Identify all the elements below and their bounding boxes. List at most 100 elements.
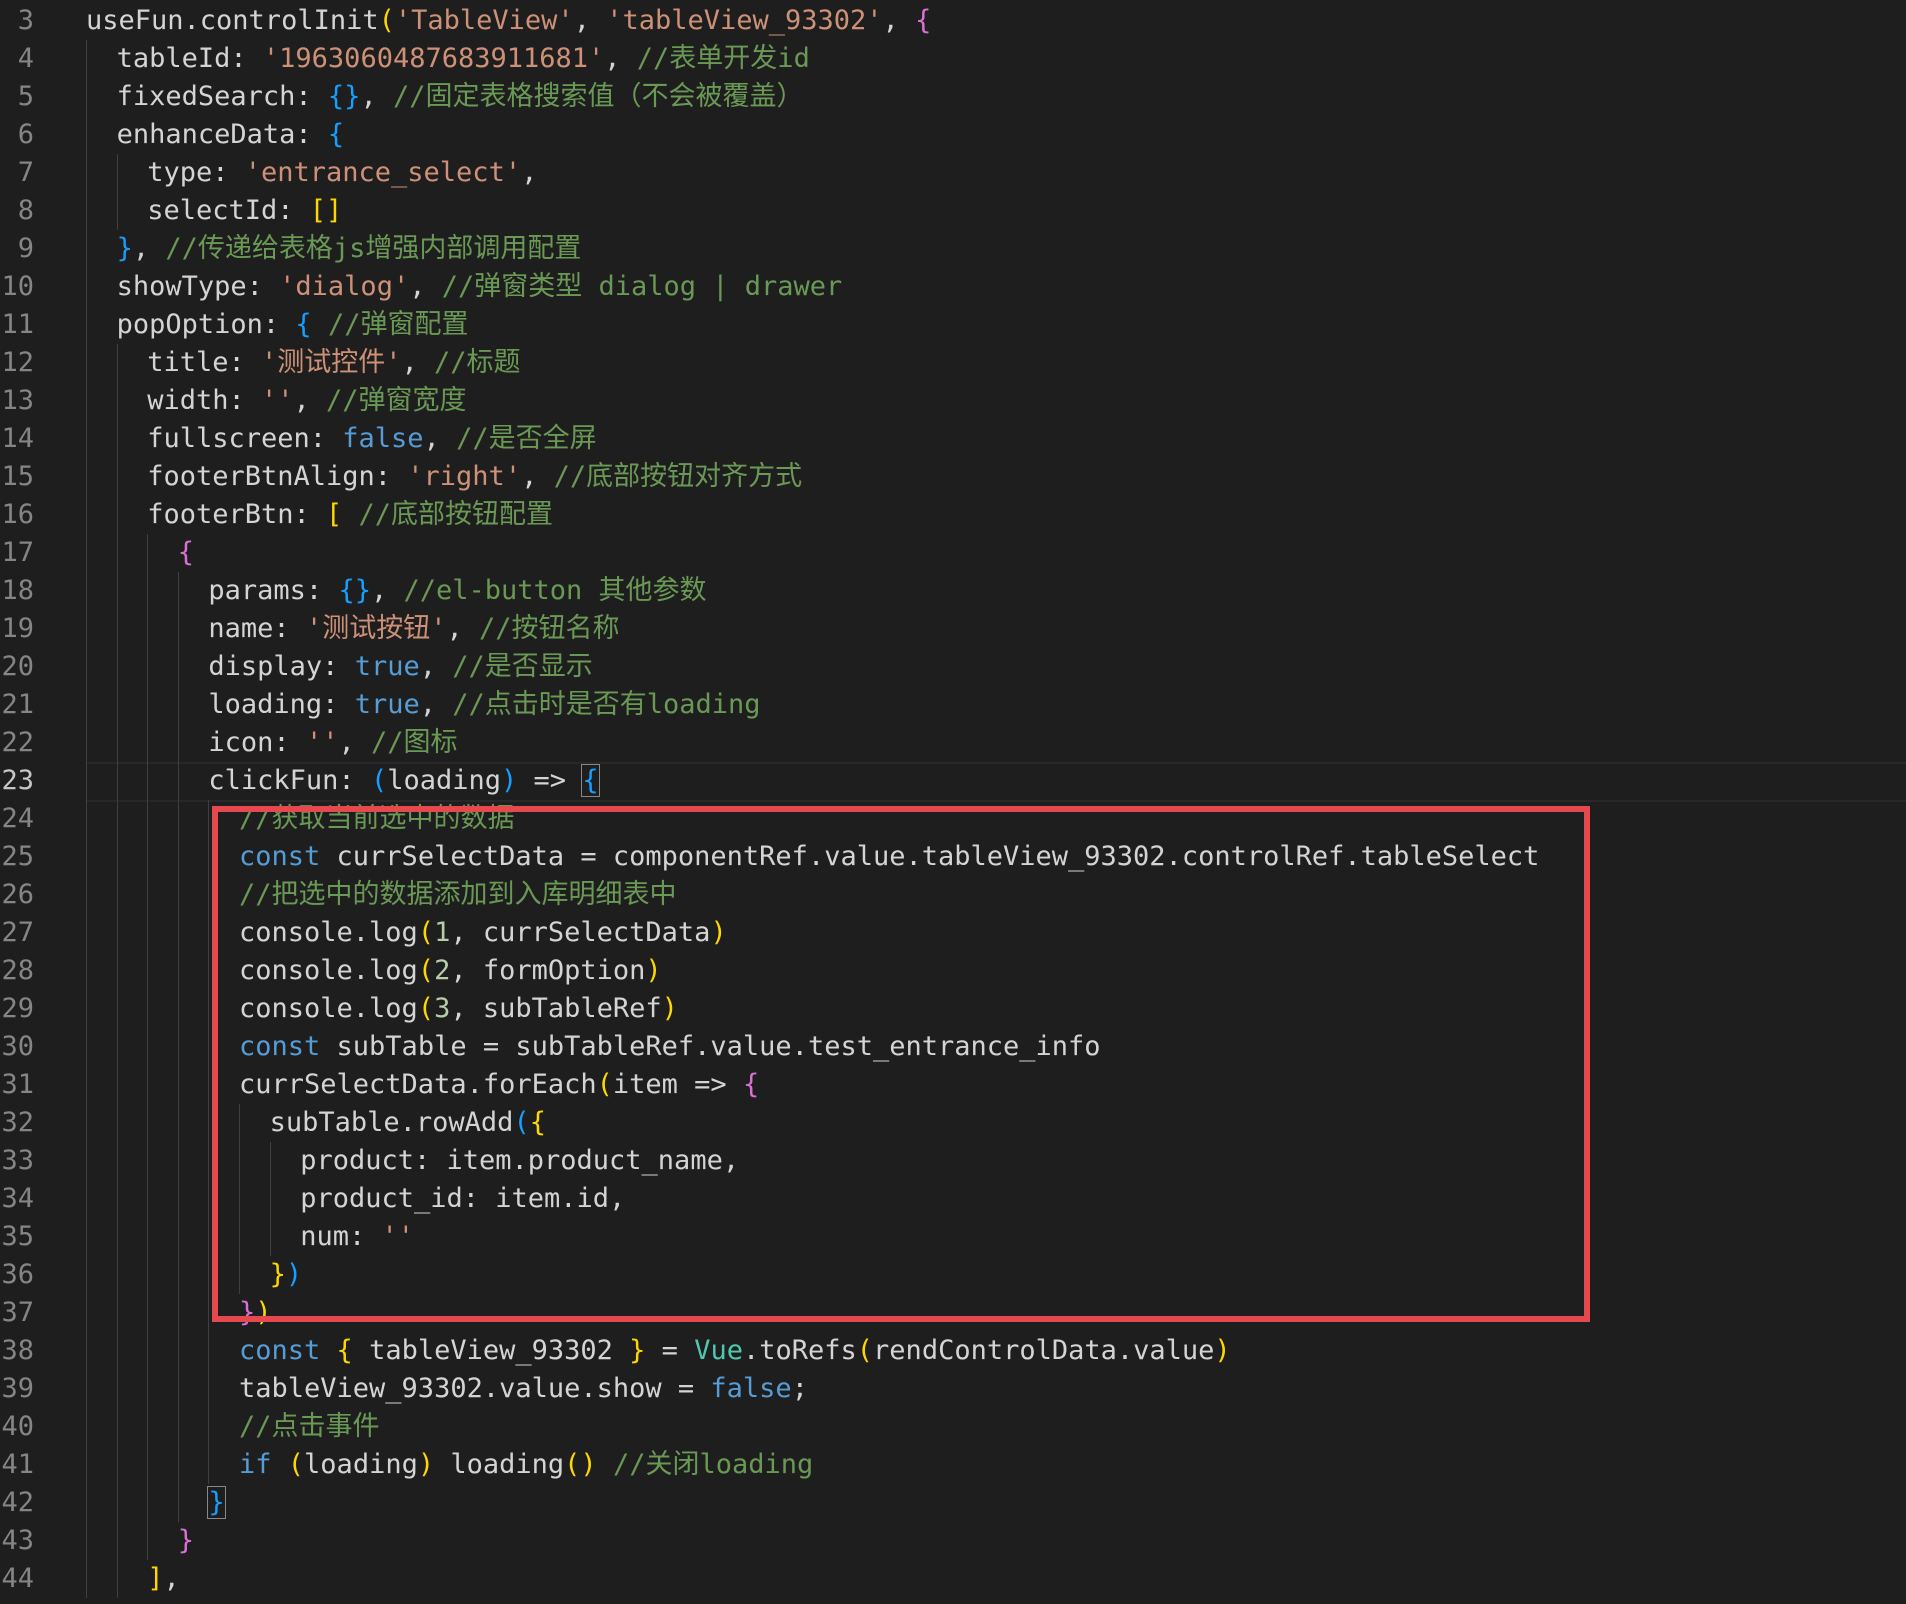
code-comment: //点击时是否有loading <box>452 689 761 720</box>
code-token: '' <box>305 727 339 758</box>
code-text: clickFun: (loading) => { <box>208 762 600 800</box>
code-text: useFun.controlInit('TableView', 'tableVi… <box>86 2 931 40</box>
code-comment: //按钮名称 <box>478 613 620 644</box>
line-number: 31 <box>1 1069 34 1100</box>
code-token: { <box>915 5 932 36</box>
code-token: loading <box>434 1449 565 1480</box>
code-token: 'tableView_93302' <box>606 5 883 36</box>
line-number: 44 <box>1 1563 34 1594</box>
code-comment: //底部按钮配置 <box>358 499 554 530</box>
code-token: ) <box>285 1259 303 1290</box>
code-line[interactable]: 7 type: 'entrance_select', <box>0 154 1906 192</box>
code-line[interactable]: 19 name: '测试按钮', //按钮名称 <box>0 610 1906 648</box>
code-line[interactable]: 11 popOption: { //弹窗配置 <box>0 306 1906 344</box>
code-token: num: <box>300 1221 382 1252</box>
code-line[interactable]: 29 console.log(3, subTableRef) <box>0 990 1906 1028</box>
code-line[interactable]: 36}) <box>0 1256 1906 1294</box>
code-line[interactable]: 23 clickFun: (loading) => { <box>0 762 1906 800</box>
code-line[interactable]: 40 //点击事件 <box>0 1408 1906 1446</box>
code-line[interactable]: 5 fixedSearch: {}, //固定表格搜索值（不会被覆盖） <box>0 78 1906 116</box>
code-line[interactable]: 44], <box>0 1560 1906 1598</box>
code-line[interactable]: 22 icon: '', //图标 <box>0 724 1906 762</box>
code-line[interactable]: 43} <box>0 1522 1906 1560</box>
code-comment: //把选中的数据添加到入库明细表中 <box>239 879 677 910</box>
code-line[interactable]: 20 display: true, //是否显示 <box>0 648 1906 686</box>
code-line[interactable]: 21 loading: true, //点击时是否有loading <box>0 686 1906 724</box>
code-line[interactable]: 42} <box>0 1484 1906 1522</box>
code-line[interactable]: 3 useFun.controlInit('TableView', 'tableV… <box>0 2 1906 40</box>
code-line[interactable]: 17 { <box>0 534 1906 572</box>
code-token: subTable = subTableRef.value.test_entran… <box>320 1031 1101 1062</box>
code-token: () <box>564 1449 597 1480</box>
code-token: Vue <box>694 1335 743 1366</box>
code-text: }) <box>270 1256 303 1294</box>
code-token: , <box>132 233 166 264</box>
code-line[interactable]: 25 const currSelectData = componentRef.va… <box>0 838 1906 876</box>
code-line[interactable]: 15 footerBtnAlign: 'right', //底部按钮对齐方式 <box>0 458 1906 496</box>
line-number: 36 <box>1 1259 34 1290</box>
code-token: = <box>645 1335 695 1366</box>
code-text: showType: 'dialog', //弹窗类型 dialog | draw… <box>117 268 843 306</box>
code-token: ) <box>645 955 662 986</box>
code-text: fixedSearch: {}, //固定表格搜索值（不会被覆盖） <box>117 78 804 116</box>
code-line[interactable]: 14 fullscreen: false, //是否全屏 <box>0 420 1906 458</box>
code-token: width: <box>147 385 261 416</box>
code-line[interactable]: 27 console.log(1, currSelectData) <box>0 914 1906 952</box>
code-line[interactable]: 18 params: {}, //el-button 其他参数 <box>0 572 1906 610</box>
code-line[interactable]: 12 title: '测试控件', //标题 <box>0 344 1906 382</box>
code-text: title: '测试控件', //标题 <box>147 344 520 382</box>
code-token: , <box>370 575 404 606</box>
code-line[interactable]: 6 enhanceData: { <box>0 116 1906 154</box>
code-line[interactable]: 41 if (loading) loading() //关闭loading <box>0 1446 1906 1484</box>
code-comment: //关闭loading <box>612 1449 814 1480</box>
code-token: '' <box>260 385 294 416</box>
code-line[interactable]: 33 product: item.product_name, <box>0 1142 1906 1180</box>
code-token: false <box>710 1373 792 1404</box>
code-line[interactable]: 30 const subTable = subTableRef.value.tes… <box>0 1028 1906 1066</box>
code-editor[interactable]: 3 useFun.controlInit('TableView', 'tableV… <box>0 0 1906 1604</box>
code-token: { <box>581 764 600 797</box>
line-number: 35 <box>1 1221 34 1252</box>
code-token: const <box>239 1335 321 1366</box>
code-comment: //el-button 其他参数 <box>403 575 707 606</box>
code-token: {} <box>327 81 361 112</box>
line-number: 30 <box>1 1031 34 1062</box>
code-line[interactable]: 9}, //传递给表格js增强内部调用配置 <box>0 230 1906 268</box>
code-token: ( <box>417 917 435 948</box>
code-line[interactable]: 37}) <box>0 1294 1906 1332</box>
code-token: , <box>573 5 607 36</box>
code-line[interactable]: 13 width: '', //弹窗宽度 <box>0 382 1906 420</box>
code-token: true <box>354 651 420 682</box>
code-line[interactable]: 10 showType: 'dialog', //弹窗类型 dialog | dr… <box>0 268 1906 306</box>
code-line[interactable]: 35 num: '' <box>0 1218 1906 1256</box>
code-line[interactable]: 16 footerBtn: [ //底部按钮配置 <box>0 496 1906 534</box>
code-line[interactable]: 38 const { tableView_93302 } = Vue.toRefs… <box>0 1332 1906 1370</box>
code-line[interactable]: 39 tableView_93302.value.show = false; <box>0 1370 1906 1408</box>
code-token: , <box>419 689 453 720</box>
code-token: popOption: <box>116 309 296 340</box>
code-token: currSelectData = componentRef.value.tabl… <box>320 841 1540 872</box>
code-token: clickFun: <box>208 765 371 796</box>
code-token: ) <box>501 765 518 796</box>
code-token: title: <box>147 347 261 378</box>
code-line[interactable]: 28 console.log(2, formOption) <box>0 952 1906 990</box>
code-token: '' <box>381 1221 414 1252</box>
code-token: tableView_93302 <box>352 1335 630 1366</box>
code-line[interactable]: 26 //把选中的数据添加到入库明细表中 <box>0 876 1906 914</box>
code-line[interactable]: 32 subTable.rowAdd({ <box>0 1104 1906 1142</box>
code-line[interactable]: 24 //获取当前选中的数据 <box>0 800 1906 838</box>
code-line[interactable]: 31 currSelectData.forEach(item => { <box>0 1066 1906 1104</box>
line-number: 40 <box>1 1411 34 1442</box>
code-line[interactable]: 8 selectId: [] <box>0 192 1906 230</box>
code-token: 'TableView' <box>394 5 574 36</box>
code-text: fullscreen: false, //是否全屏 <box>147 420 596 458</box>
code-token: , <box>293 385 327 416</box>
code-text: footerBtnAlign: 'right', //底部按钮对齐方式 <box>147 458 802 496</box>
code-token: console.log <box>239 955 418 986</box>
code-text: enhanceData: { <box>117 116 345 154</box>
code-line[interactable]: 4 tableId: '1963060487683911681', //表单开发i… <box>0 40 1906 78</box>
code-line[interactable]: 34 product_id: item.id, <box>0 1180 1906 1218</box>
code-text: subTable.rowAdd({ <box>270 1104 546 1142</box>
